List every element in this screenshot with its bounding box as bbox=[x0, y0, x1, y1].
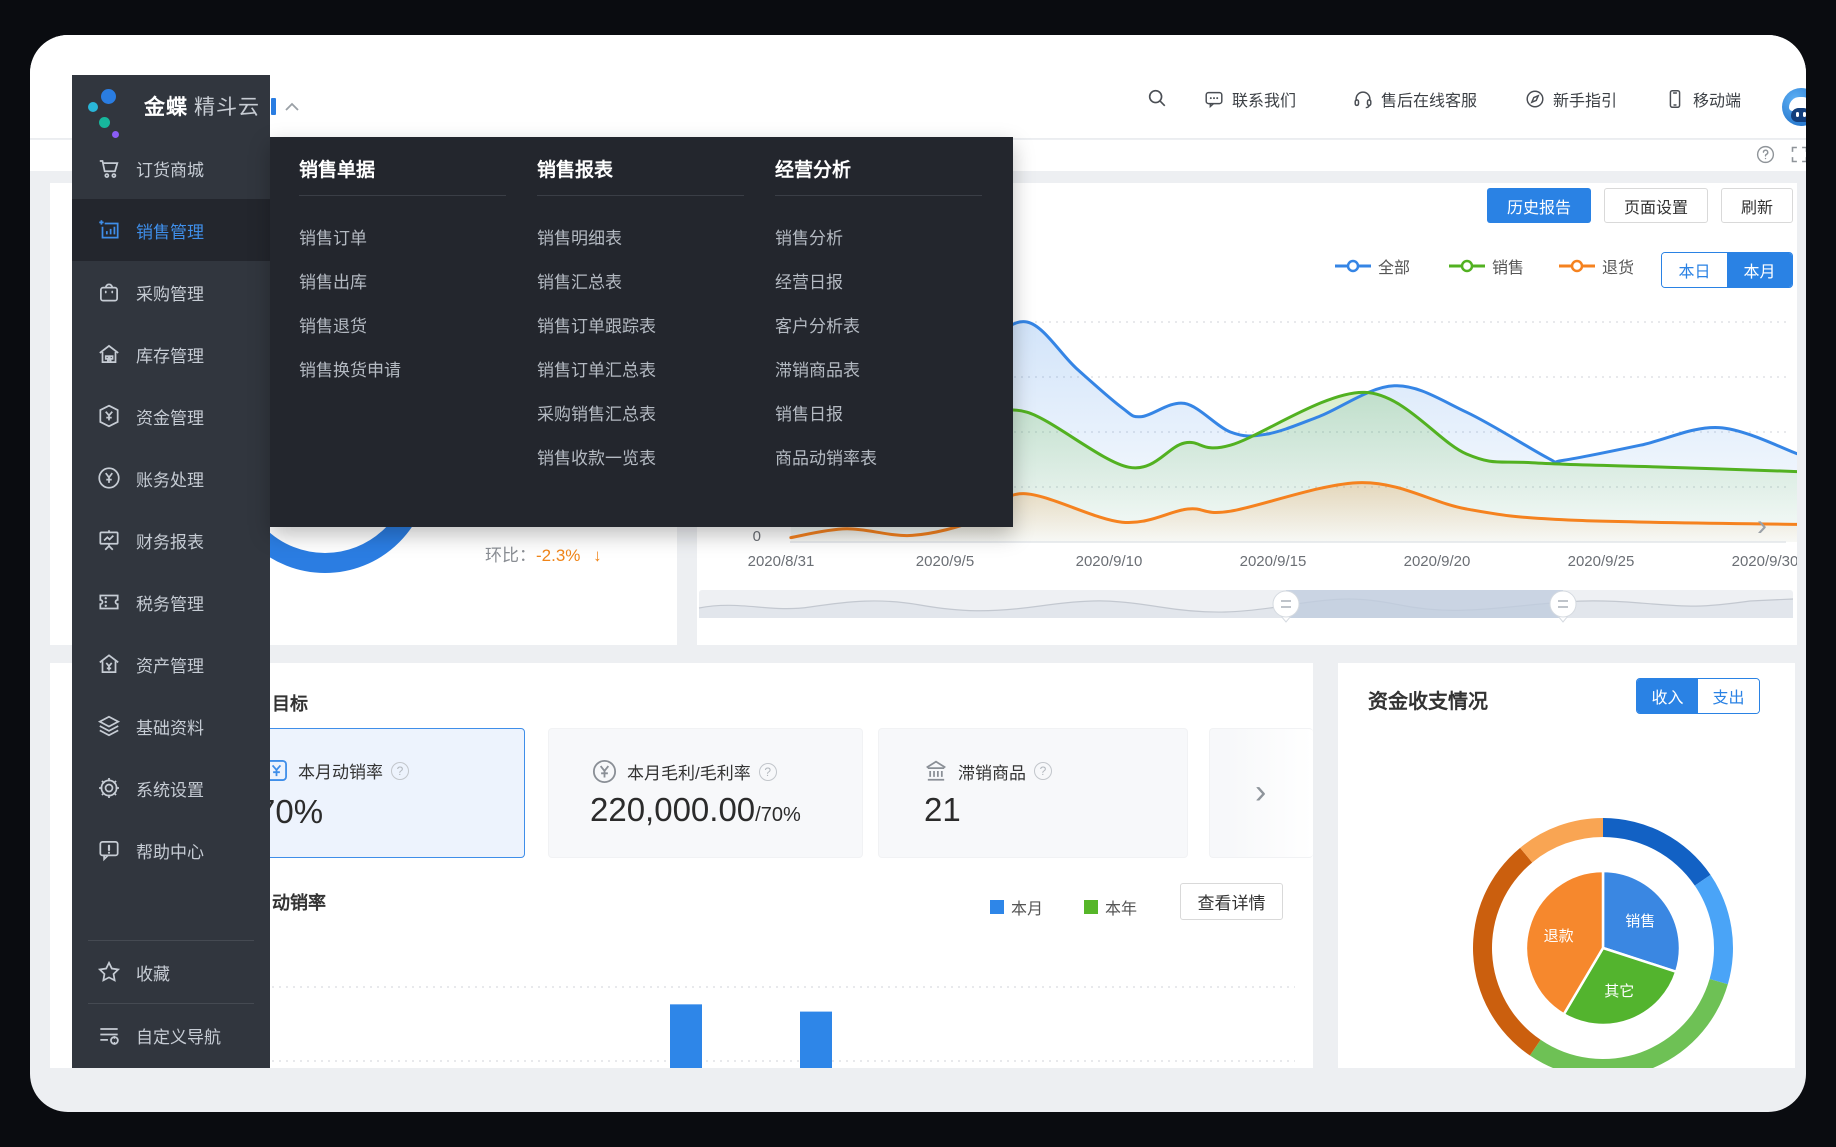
flyout-column-title: 销售单据 bbox=[299, 155, 375, 182]
circle-yuan-icon bbox=[96, 465, 122, 491]
help-circle-icon[interactable] bbox=[1755, 144, 1776, 165]
menu-item[interactable]: 销售订单 bbox=[299, 224, 367, 249]
menu-item[interactable]: 销售订单汇总表 bbox=[537, 356, 656, 381]
workspace-tab-peek[interactable] bbox=[271, 98, 276, 115]
nav-contact-us[interactable]: 联系我们 bbox=[1203, 87, 1296, 111]
menu-item[interactable]: 销售汇总表 bbox=[537, 268, 622, 293]
mom-change: 环比：-2.3% ↓ bbox=[485, 541, 602, 566]
flyout-column-title: 销售报表 bbox=[537, 155, 613, 182]
x-tick: 2020/9/25 bbox=[1546, 553, 1656, 570]
svg-text:其它: 其它 bbox=[1604, 982, 1634, 1000]
sidebar-item-funds[interactable]: 资金管理 bbox=[72, 385, 270, 447]
top-header: 联系我们 售后在线客服 新手指引 移动端 bbox=[30, 35, 1806, 139]
nav-label: 新手指引 bbox=[1553, 87, 1617, 111]
menu-item[interactable]: 销售明细表 bbox=[537, 224, 622, 249]
menu-item[interactable]: 商品动销率表 bbox=[775, 444, 877, 469]
fullscreen-icon[interactable] bbox=[1789, 144, 1806, 165]
app-window: 联系我们 售后在线客服 新手指引 移动端 bbox=[30, 35, 1806, 1112]
search-button[interactable] bbox=[1146, 87, 1168, 109]
help-bubble-icon bbox=[96, 837, 122, 863]
x-tick: 2020/8/31 bbox=[726, 553, 836, 570]
funds-panel: 资金收支情况 收入 支出 销售其它退款 bbox=[1338, 663, 1795, 1068]
chart-range-brush[interactable] bbox=[697, 586, 1797, 626]
menu-item[interactable]: 销售换货申请 bbox=[299, 356, 401, 381]
menu-item[interactable]: 销售退货 bbox=[299, 312, 367, 337]
funds-donut-chart: 销售其它 退款 bbox=[1338, 663, 1795, 1068]
report-board-icon bbox=[96, 527, 122, 553]
menu-item[interactable]: 销售日报 bbox=[775, 400, 843, 425]
sidebar-item-inventory[interactable]: 库存管理 bbox=[72, 323, 270, 385]
sales-chart-icon bbox=[96, 217, 122, 243]
sidebar-item-settings[interactable]: 系统设置 bbox=[72, 757, 270, 819]
user-avatar[interactable] bbox=[1782, 88, 1806, 126]
nav-label: 联系我们 bbox=[1232, 87, 1296, 111]
star-icon bbox=[96, 959, 122, 985]
sales-flyout-menu: 销售单据 销售订单 销售出库 销售退货 销售换货申请 销售报表 销售明细表 销售… bbox=[270, 137, 1013, 527]
custom-nav-icon bbox=[96, 1022, 122, 1048]
logo-dot bbox=[101, 89, 116, 104]
nav-label: 售后在线客服 bbox=[1381, 87, 1477, 111]
menu-item[interactable]: 经营日报 bbox=[775, 268, 843, 293]
flyout-column-title: 经营分析 bbox=[775, 155, 851, 182]
logo-dot bbox=[88, 102, 98, 112]
x-tick: 2020/9/30 bbox=[1710, 553, 1797, 570]
x-tick: 2020/9/5 bbox=[890, 553, 1000, 570]
nav-mobile[interactable]: 移动端 bbox=[1664, 87, 1741, 111]
menu-item[interactable]: 销售分析 bbox=[775, 224, 843, 249]
logo-dot bbox=[99, 117, 110, 128]
mom-value: -2.3% bbox=[536, 546, 580, 565]
down-arrow-icon: ↓ bbox=[593, 546, 602, 565]
svg-text:销售: 销售 bbox=[1625, 913, 1655, 930]
bag-icon bbox=[96, 279, 122, 305]
sidebar: 金蝶精斗云 订货商城 销售管理 采购管理 库存管理 资金管理 账务处理 财务 bbox=[72, 75, 270, 1068]
hex-yuan-icon bbox=[96, 403, 122, 429]
x-tick: 2020/9/15 bbox=[1218, 553, 1328, 570]
sidebar-item-custom-nav[interactable]: 自定义导航 bbox=[72, 1004, 270, 1066]
logo-text: 金蝶精斗云 bbox=[144, 91, 260, 121]
menu-item[interactable]: 销售订单跟踪表 bbox=[537, 312, 656, 337]
search-icon bbox=[1146, 87, 1168, 109]
divider bbox=[775, 195, 982, 196]
sidebar-item-order-mall[interactable]: 订货商城 bbox=[72, 137, 270, 199]
logo-dot bbox=[112, 131, 119, 138]
gear-icon bbox=[96, 775, 122, 801]
house-yuan-icon bbox=[96, 651, 122, 677]
brand-logo[interactable]: 金蝶精斗云 bbox=[72, 75, 270, 137]
svg-text:退款: 退款 bbox=[1544, 928, 1574, 945]
sidebar-item-sales[interactable]: 销售管理 bbox=[72, 199, 270, 261]
divider bbox=[299, 195, 506, 196]
chat-icon bbox=[1203, 88, 1225, 110]
chart-next-icon[interactable]: › bbox=[1757, 509, 1767, 543]
cart-icon bbox=[96, 155, 122, 181]
sidebar-item-base-data[interactable]: 基础资料 bbox=[72, 695, 270, 757]
menu-item[interactable]: 客户分析表 bbox=[775, 312, 860, 337]
nav-guide[interactable]: 新手指引 bbox=[1524, 87, 1617, 111]
divider bbox=[537, 195, 744, 196]
phone-icon bbox=[1664, 88, 1686, 110]
nav-support[interactable]: 售后在线客服 bbox=[1352, 87, 1477, 111]
warehouse-icon bbox=[96, 341, 122, 367]
x-tick: 2020/9/20 bbox=[1382, 553, 1492, 570]
sidebar-item-favorites[interactable]: 收藏 bbox=[72, 941, 270, 1003]
sidebar-item-purchasing[interactable]: 采购管理 bbox=[72, 261, 270, 323]
compass-icon bbox=[1524, 88, 1546, 110]
x-tick: 2020/9/10 bbox=[1054, 553, 1164, 570]
sidebar-item-finance-reports[interactable]: 财务报表 bbox=[72, 509, 270, 571]
ticket-icon bbox=[96, 589, 122, 615]
sidebar-item-help-center[interactable]: 帮助中心 bbox=[72, 819, 270, 881]
nav-label: 移动端 bbox=[1693, 87, 1741, 111]
menu-item[interactable]: 销售出库 bbox=[299, 268, 367, 293]
menu-item[interactable]: 采购销售汇总表 bbox=[537, 400, 656, 425]
sidebar-item-accounting[interactable]: 账务处理 bbox=[72, 447, 270, 509]
sidebar-item-assets[interactable]: 资产管理 bbox=[72, 633, 270, 695]
sidebar-item-tax[interactable]: 税务管理 bbox=[72, 571, 270, 633]
headset-icon bbox=[1352, 88, 1374, 110]
layers-icon bbox=[96, 713, 122, 739]
y-axis-zero: 0 bbox=[737, 528, 761, 545]
chevron-up-icon[interactable] bbox=[284, 101, 300, 113]
menu-item[interactable]: 滞销商品表 bbox=[775, 356, 860, 381]
menu-item[interactable]: 销售收款一览表 bbox=[537, 444, 656, 469]
